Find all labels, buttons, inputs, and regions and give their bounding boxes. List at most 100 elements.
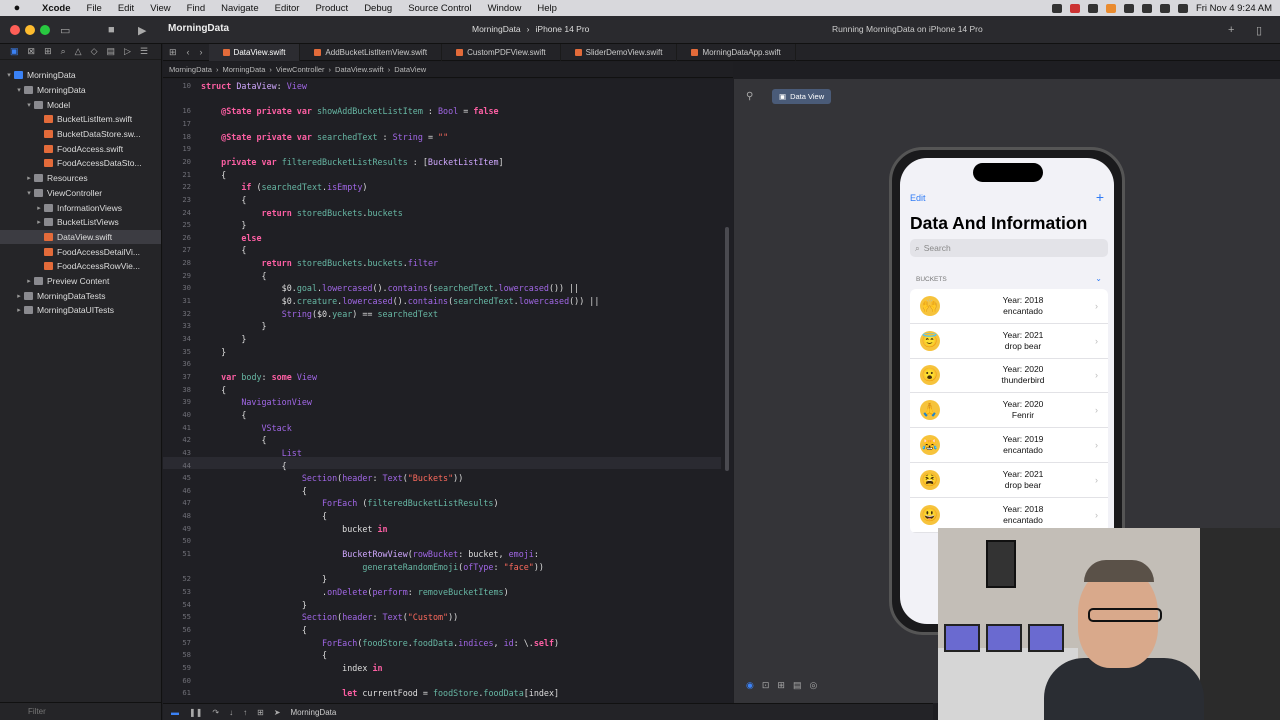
code-line[interactable]: struct DataView: View bbox=[201, 81, 307, 91]
nav-item[interactable]: DataView.swift bbox=[0, 229, 161, 245]
code-line[interactable]: ForEach(foodStore.foodData.indices, id: … bbox=[201, 638, 559, 648]
code-line[interactable]: .onDelete(perform: removeBucketItems) bbox=[201, 587, 509, 597]
nav-item[interactable]: FoodAccessDataSto... bbox=[0, 156, 161, 171]
code-line[interactable]: String($0.year) == searchedText bbox=[201, 309, 438, 319]
nav-item[interactable]: ▾ ViewController bbox=[0, 186, 161, 201]
sidebar-toggle-icon[interactable]: ▭ bbox=[60, 24, 70, 37]
breadcrumb-symbol[interactable]: DataView bbox=[394, 65, 426, 74]
menu-edit[interactable]: Edit bbox=[110, 3, 142, 14]
code-line[interactable]: Section(header: Text("Buckets")) bbox=[201, 473, 463, 483]
app-status-icon[interactable] bbox=[1069, 3, 1080, 13]
source-control-icon[interactable]: ⊠ bbox=[28, 46, 36, 57]
code-line[interactable]: return storedBuckets.buckets.filter bbox=[201, 258, 439, 268]
nav-item[interactable]: ▸ InformationViews bbox=[0, 200, 161, 215]
code-line[interactable]: return storedBuckets.buckets bbox=[201, 208, 403, 218]
bucket-row[interactable]: 😹 Year: 2019 encantado › bbox=[910, 428, 1108, 463]
editor-scrollbar[interactable] bbox=[725, 227, 729, 471]
code-line[interactable]: List bbox=[201, 448, 302, 458]
code-line[interactable]: index in bbox=[201, 663, 382, 673]
dropbox-icon[interactable] bbox=[1087, 3, 1098, 13]
nav-item[interactable]: BucketDataStore.sw... bbox=[0, 127, 161, 142]
firefox-icon[interactable] bbox=[1105, 3, 1116, 13]
nav-item[interactable]: ▸ Resources bbox=[0, 171, 161, 186]
scheme-selector[interactable]: MorningData › iPhone 14 Pro bbox=[472, 24, 589, 34]
breadcrumb-folder[interactable]: ViewController bbox=[276, 65, 325, 74]
nav-item[interactable]: ▾ Model bbox=[0, 97, 161, 112]
code-line[interactable]: } bbox=[201, 220, 246, 230]
menu-debug[interactable]: Debug bbox=[356, 3, 400, 14]
minimize-window-button[interactable] bbox=[25, 25, 35, 35]
menu-navigate[interactable]: Navigate bbox=[213, 3, 267, 14]
code-line[interactable]: { bbox=[201, 650, 327, 660]
bucket-row[interactable]: 🙌 Year: 2018 encantado › bbox=[910, 289, 1108, 324]
code-line[interactable]: } bbox=[201, 600, 307, 610]
menubar-clock[interactable]: Fri Nov 4 9:24 AM bbox=[1196, 3, 1272, 14]
code-line[interactable]: if (searchedText.isEmpty) bbox=[201, 182, 367, 192]
selectable-mode-icon[interactable]: ⊡ bbox=[762, 680, 770, 691]
spotlight-search-icon[interactable] bbox=[1159, 3, 1170, 13]
step-over-icon[interactable]: ↷ bbox=[212, 708, 219, 717]
close-window-button[interactable] bbox=[10, 25, 20, 35]
navigator-filter-field[interactable]: Filter bbox=[0, 702, 162, 720]
issue-icon[interactable]: △ bbox=[75, 46, 82, 57]
code-line[interactable]: { bbox=[201, 170, 226, 180]
menu-editor[interactable]: Editor bbox=[267, 3, 308, 14]
search-field[interactable]: ⌕ Search bbox=[910, 239, 1108, 257]
code-line[interactable]: NavigationView bbox=[201, 397, 312, 407]
test-icon[interactable]: ◇ bbox=[91, 46, 98, 57]
pin-icon[interactable]: ⚲ bbox=[746, 91, 753, 102]
device-orientation-icon[interactable]: ◎ bbox=[809, 680, 817, 691]
nav-item[interactable]: FoodAccessRowVie... bbox=[0, 259, 161, 274]
disclosure-closed-icon[interactable]: ▸ bbox=[14, 306, 24, 314]
tab-slider-demo-view[interactable]: SliderDemoView.swift bbox=[561, 43, 678, 61]
disclosure-closed-icon[interactable]: ▸ bbox=[34, 204, 44, 212]
bucket-row[interactable]: 😫 Year: 2021 drop bear › bbox=[910, 463, 1108, 498]
code-line[interactable]: } bbox=[201, 347, 226, 357]
add-icon[interactable]: + bbox=[1228, 24, 1234, 36]
disclosure-open-icon[interactable]: ▾ bbox=[14, 86, 24, 94]
code-line[interactable]: var body: some View bbox=[201, 372, 317, 382]
tab-add-bucket-list-item-view[interactable]: AddBucketListItemView.swift bbox=[300, 43, 443, 61]
wifi-icon[interactable] bbox=[1141, 3, 1152, 13]
stop-icon[interactable]: ■ bbox=[108, 24, 115, 36]
tab-morning-data-app[interactable]: MorningDataApp.swift bbox=[677, 43, 796, 61]
nav-item[interactable]: ▾ MorningData bbox=[0, 83, 161, 98]
code-line[interactable]: private var filteredBucketListResults : … bbox=[201, 157, 503, 167]
symbol-icon[interactable]: ⊞ bbox=[44, 46, 52, 57]
add-bucket-button[interactable]: + bbox=[1096, 189, 1104, 205]
code-line[interactable]: $0.goal.lowercased().contains(searchedTe… bbox=[201, 283, 580, 293]
code-line[interactable]: VStack bbox=[201, 423, 292, 433]
code-line[interactable]: let currentFood = foodStore.foodData[ind… bbox=[201, 688, 559, 698]
menu-view[interactable]: View bbox=[142, 3, 178, 14]
pause-icon[interactable]: ❚❚ bbox=[189, 708, 202, 717]
disclosure-closed-icon[interactable]: ▸ bbox=[34, 218, 44, 226]
bucket-row[interactable]: 😇 Year: 2021 drop bear › bbox=[910, 324, 1108, 359]
preview-selector[interactable]: ▣ Data View bbox=[772, 89, 832, 104]
nav-item[interactable]: ▸ MorningDataTests bbox=[0, 288, 161, 303]
code-line[interactable]: Section(header: Text("Custom")) bbox=[201, 612, 458, 622]
nav-item[interactable]: FoodAccess.swift bbox=[0, 141, 161, 156]
code-line[interactable]: { bbox=[201, 410, 246, 420]
disclosure-closed-icon[interactable]: ▸ bbox=[14, 292, 24, 300]
code-line[interactable]: else bbox=[201, 233, 261, 243]
breakpoint-icon[interactable]: ▷ bbox=[124, 46, 131, 57]
menu-product[interactable]: Product bbox=[307, 3, 356, 14]
nav-item[interactable]: FoodAccessDetailVi... bbox=[0, 244, 161, 259]
apple-menu-icon[interactable]: ● bbox=[0, 2, 34, 14]
zoom-window-button[interactable] bbox=[40, 25, 50, 35]
variants-icon[interactable]: ⊞ bbox=[777, 680, 785, 691]
run-icon[interactable]: ▶ bbox=[138, 24, 146, 37]
code-line[interactable]: $0.creature.lowercased().contains(search… bbox=[201, 296, 600, 306]
menu-window[interactable]: Window bbox=[480, 3, 530, 14]
code-line[interactable]: ForEach (filteredBucketListResults) bbox=[201, 498, 499, 508]
menu-source-control[interactable]: Source Control bbox=[400, 3, 479, 14]
code-line[interactable]: { bbox=[201, 511, 327, 521]
tab-dataview[interactable]: DataView.swift bbox=[208, 43, 301, 61]
nav-item[interactable]: ▸ BucketListViews bbox=[0, 215, 161, 230]
debug-area-toggle-icon[interactable]: ▬ bbox=[171, 708, 179, 717]
tab-custom-pdf-view[interactable]: CustomPDFView.swift bbox=[442, 43, 561, 61]
bluetooth-icon[interactable] bbox=[1123, 3, 1134, 13]
live-preview-icon[interactable]: ◉ bbox=[746, 680, 754, 691]
location-icon[interactable]: ➤ bbox=[274, 708, 281, 717]
debug-icon[interactable]: ▤ bbox=[107, 46, 116, 57]
